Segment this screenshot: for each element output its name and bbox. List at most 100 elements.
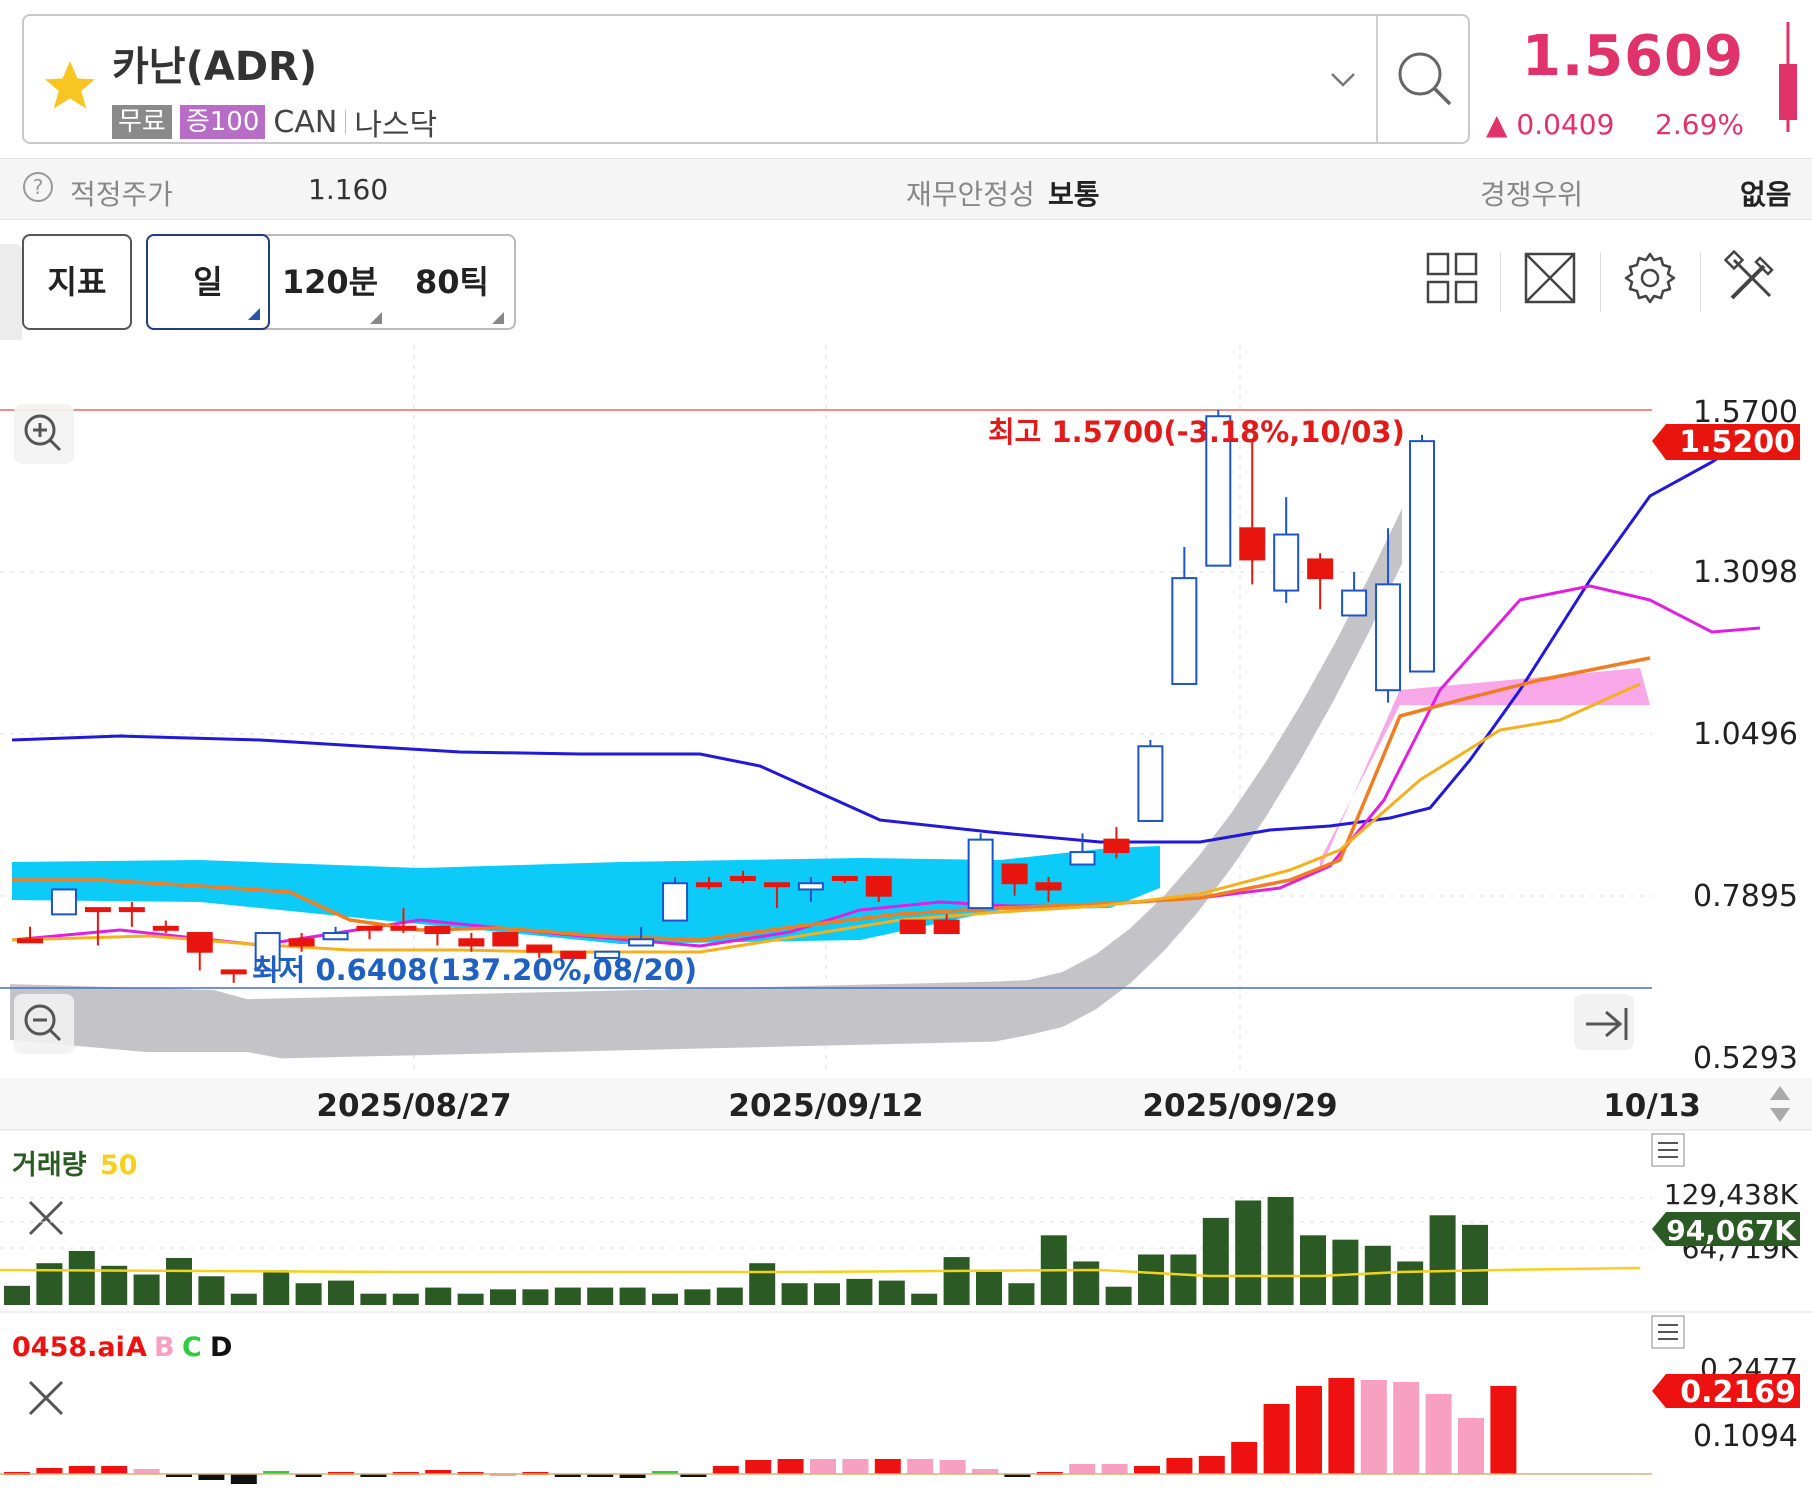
tag-separator: [345, 110, 347, 134]
volume-bar: [1462, 1224, 1488, 1305]
candle-body: [458, 938, 485, 947]
candle-body: [390, 925, 417, 931]
volume-bar: [846, 1278, 873, 1305]
candle: [1137, 740, 1164, 822]
y-tick-label: 0.5293: [1693, 1041, 1798, 1076]
x-tick-label: 2025/09/29: [1142, 1088, 1337, 1124]
indicator-button[interactable]: 지표: [22, 234, 132, 330]
x-tick-label: 2025/08/27: [316, 1088, 511, 1124]
volume-bar: [554, 1287, 581, 1305]
scroll-to-latest-icon[interactable]: [1574, 994, 1634, 1050]
chevron-down-icon[interactable]: [1328, 68, 1358, 92]
candle-body: [322, 932, 349, 941]
y-tick-label: 0.7895: [1693, 879, 1798, 914]
y-tick-label: 1.0496: [1693, 717, 1798, 752]
search-button[interactable]: [1376, 16, 1470, 142]
tools-icon[interactable]: [1724, 250, 1780, 306]
favorite-star-icon[interactable]: [40, 56, 100, 116]
candle-body: [152, 925, 179, 931]
candle-body: [1137, 745, 1164, 822]
chart-toolbar: 지표 일 120분 80틱: [0, 230, 1812, 364]
volume-menu-icon[interactable]: [1651, 1133, 1685, 1167]
ai-series-label: A: [126, 1332, 147, 1363]
timeframe-80tick[interactable]: 80틱: [392, 236, 512, 332]
candle: [662, 876, 689, 922]
volume-bar: [911, 1293, 938, 1305]
volume-bar: [166, 1257, 192, 1305]
competitive-label: 경쟁우위: [1480, 178, 1584, 211]
price-change-percent: 2.69%: [1655, 108, 1744, 141]
help-icon[interactable]: ?: [22, 171, 54, 210]
ai-bar: [1263, 1404, 1290, 1474]
ai-bar: [101, 1466, 128, 1474]
candle-body: [1375, 583, 1402, 692]
candle-body: [492, 932, 519, 947]
candle-body: [763, 882, 790, 888]
candle-body: [17, 938, 43, 944]
ai-bar: [712, 1466, 739, 1474]
toolbar-divider: [1500, 252, 1501, 312]
volume-bar: [457, 1293, 484, 1305]
volume-bar: [1073, 1261, 1100, 1305]
volume-bar: [781, 1283, 808, 1305]
candle-body: [50, 888, 77, 916]
low-annotation: 최저 0.6408(137.20%,08/20): [252, 953, 697, 987]
exchange-name: 나스닥: [354, 108, 438, 143]
volume-bar: [619, 1287, 646, 1305]
ai-bar: [1166, 1458, 1193, 1474]
volume-bar: [1397, 1261, 1424, 1305]
timeframe-day[interactable]: 일: [146, 234, 270, 330]
gear-icon[interactable]: [1622, 250, 1678, 306]
candle-body: [424, 925, 451, 935]
volume-tick-label: 129,438K: [1664, 1178, 1799, 1211]
close-volume-icon[interactable]: [28, 1200, 64, 1236]
current-price: 1.5609: [1521, 24, 1744, 89]
ai-menu-icon[interactable]: [1651, 1315, 1685, 1349]
candle-body: [797, 882, 824, 891]
toolbar-divider: [1700, 252, 1701, 312]
stock-tags: 무료 증100 CAN 나스닥: [112, 100, 437, 144]
timeframe-day-label: 일: [193, 263, 223, 301]
ai-bar: [1328, 1378, 1355, 1474]
volume-bar: [425, 1287, 452, 1305]
volume-bar: [976, 1271, 1002, 1305]
ai-bar: [1231, 1442, 1258, 1474]
layout-grid-icon[interactable]: [1424, 250, 1480, 306]
toolbar-divider: [1600, 252, 1601, 312]
stability-value: 보통: [1048, 178, 1100, 211]
volume-bar: [360, 1293, 387, 1305]
zoom-out-icon[interactable]: [14, 994, 74, 1054]
candle: [1409, 434, 1435, 673]
zoom-in-icon[interactable]: [14, 404, 74, 464]
volume-bar: [1170, 1254, 1197, 1305]
close-ai-icon[interactable]: [28, 1380, 64, 1416]
ai-bar: [36, 1468, 63, 1474]
stock-header: 카난(ADR) 무료 증100 CAN 나스닥: [22, 14, 1470, 144]
candle-body: [628, 938, 655, 947]
ai-bar: [907, 1459, 934, 1474]
candle-body: [729, 875, 756, 881]
price-chart[interactable]: 최고 1.5700(-3.18%,10/03) 최저 0.6408(137.20%…: [0, 340, 1812, 1490]
candle-body: [899, 919, 926, 935]
candle-body: [220, 969, 247, 975]
candle-body: [356, 925, 383, 931]
volume-bar: [716, 1287, 743, 1305]
search-icon: [1398, 52, 1452, 106]
volume-bar: [68, 1251, 95, 1305]
candle-body: [831, 875, 858, 881]
candle-body: [1341, 589, 1368, 617]
timeframe-120min[interactable]: 120분: [270, 236, 390, 332]
zoom-btn-bg: [14, 994, 74, 1054]
stock-title[interactable]: 카난(ADR): [112, 34, 317, 92]
volume-bar: [587, 1287, 614, 1305]
candle-body: [1035, 882, 1062, 891]
volume-bar: [490, 1289, 516, 1305]
candle: [967, 833, 994, 910]
ai-bar: [939, 1460, 966, 1474]
fullscreen-icon[interactable]: [1522, 250, 1578, 306]
ai-bar: [1069, 1464, 1096, 1474]
fair-price-value: 1.160: [308, 173, 389, 206]
high-annotation: 최고 1.5700(-3.18%,10/03): [988, 415, 1405, 449]
ai-bar: [842, 1459, 869, 1474]
volume-bar: [1332, 1239, 1359, 1305]
